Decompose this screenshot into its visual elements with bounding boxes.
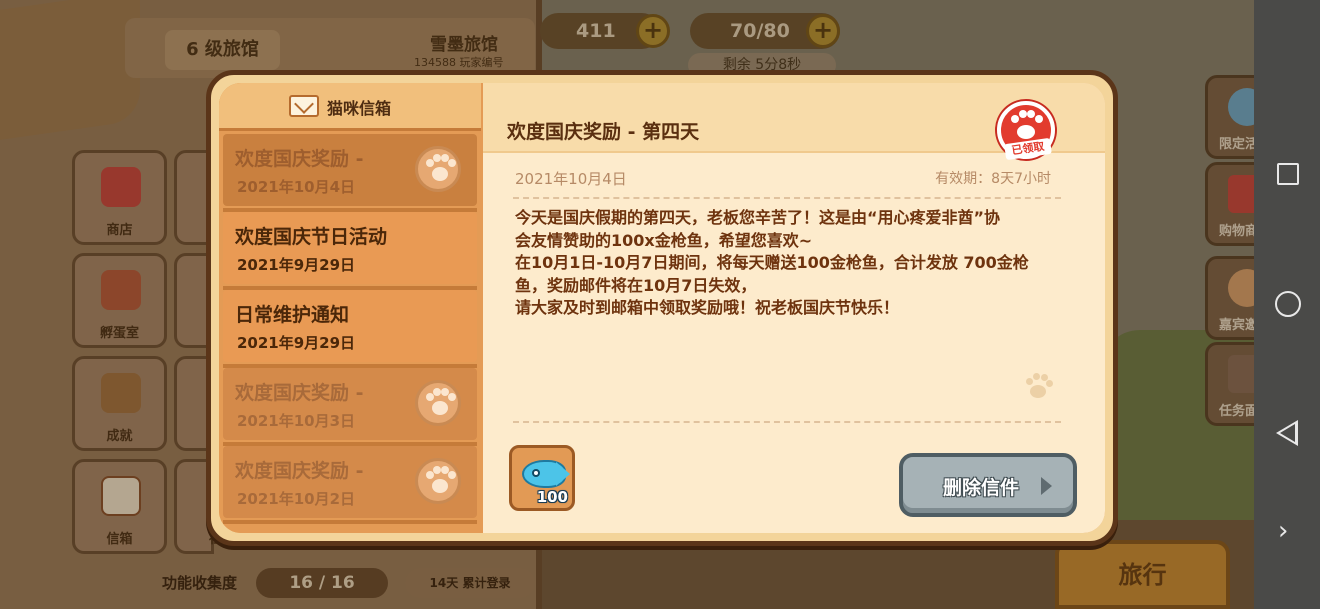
mail-body-line: 会友情赞助的100x金枪鱼，希望您喜欢~ [515, 230, 813, 250]
mail-body-line: 今天是国庆假期的第四天，老板您辛苦了！这是由“用心疼爱非酋”协 [515, 208, 1001, 227]
delete-mail-label: 删除信件 [943, 477, 1020, 499]
recent-apps-icon[interactable] [1277, 163, 1299, 185]
divider [223, 520, 477, 524]
mail-body-line: 在10月1日-10月7日期间，将每天赠送100金枪鱼，合计发放 700金枪 [515, 253, 1029, 272]
mail-item-title: 欢度国庆奖励 - [235, 460, 364, 482]
mail-date: 2021年10月4日 [515, 170, 627, 188]
mailbox-dialog-inner: 猫咪信箱 欢度国庆奖励 - 2021年10月4日 欢度国庆节日活动 2021年9… [219, 83, 1105, 533]
mail-list-item[interactable]: 日常维护通知 2021年9月29日 [223, 290, 477, 362]
mail-item-title: 欢度国庆奖励 - [235, 148, 364, 170]
dashed-divider [513, 421, 1061, 423]
fish-tail [556, 462, 570, 486]
mail-body-line: 鱼，奖励邮件将在10月7日失效， [515, 275, 757, 295]
mail-item-title: 日常维护通知 [235, 304, 350, 326]
mail-body: 今天是国庆假期的第四天，老板您辛苦了！这是由“用心疼爱非酋”协 会友情赞助的10… [515, 207, 1075, 320]
mail-list[interactable]: 猫咪信箱 欢度国庆奖励 - 2021年10月4日 欢度国庆节日活动 2021年9… [219, 83, 481, 533]
chevron-right-icon[interactable]: › [1278, 516, 1288, 546]
mail-item-date: 2021年10月2日 [237, 490, 356, 508]
paw-print-icon [1023, 373, 1053, 403]
reward-item[interactable]: 100 [509, 445, 575, 511]
reward-count: 100 [536, 488, 568, 506]
mail-list-item[interactable]: 欢度国庆节日活动 2021年9月29日 [223, 212, 477, 284]
mail-item-title: 欢度国庆节日活动 [235, 226, 388, 248]
play-arrow-icon [1041, 477, 1052, 495]
delete-mail-button[interactable]: 删除信件 [899, 453, 1077, 517]
mail-content: 欢度国庆奖励 - 第四天 已领取 2021年10月4日 有效期：8天7小时 今天… [483, 83, 1105, 533]
back-icon-inner [1280, 424, 1295, 442]
claimed-stamp-icon: 已领取 [997, 101, 1055, 161]
mail-body-line: 请大家及时到邮箱中领取奖励哦！祝老板国庆节快乐！ [515, 298, 900, 317]
dashed-divider [513, 197, 1061, 199]
mail-list-header: 猫咪信箱 [219, 83, 481, 131]
home-icon[interactable] [1275, 291, 1301, 317]
mail-item-title: 欢度国庆奖励 - [235, 382, 364, 404]
mail-list-item[interactable]: 欢度国庆奖励 - 2021年10月2日 [223, 446, 477, 518]
mail-item-date: 2021年10月4日 [237, 178, 356, 196]
paw-read-icon [415, 458, 461, 504]
mail-item-date: 2021年9月29日 [237, 256, 356, 274]
mail-list-item[interactable]: 欢度国庆奖励 - 2021年10月3日 [223, 368, 477, 440]
paw-read-icon [415, 146, 461, 192]
fish-eye [532, 469, 540, 477]
mailbox-title: 猫咪信箱 [327, 99, 392, 118]
mail-title: 欢度国庆奖励 - 第四天 [507, 121, 700, 143]
claimed-label: 已领取 [1004, 137, 1052, 161]
mail-item-date: 2021年10月3日 [237, 412, 356, 430]
paw-read-icon [415, 380, 461, 426]
mail-expiry: 有效期：8天7小时 [935, 171, 1051, 187]
mail-list-item[interactable]: 欢度国庆奖励 - 2021年10月4日 [223, 134, 477, 206]
mail-item-date: 2021年9月29日 [237, 334, 356, 352]
mailbox-dialog: 猫咪信箱 欢度国庆奖励 - 2021年10月4日 欢度国庆节日活动 2021年9… [206, 70, 1118, 546]
